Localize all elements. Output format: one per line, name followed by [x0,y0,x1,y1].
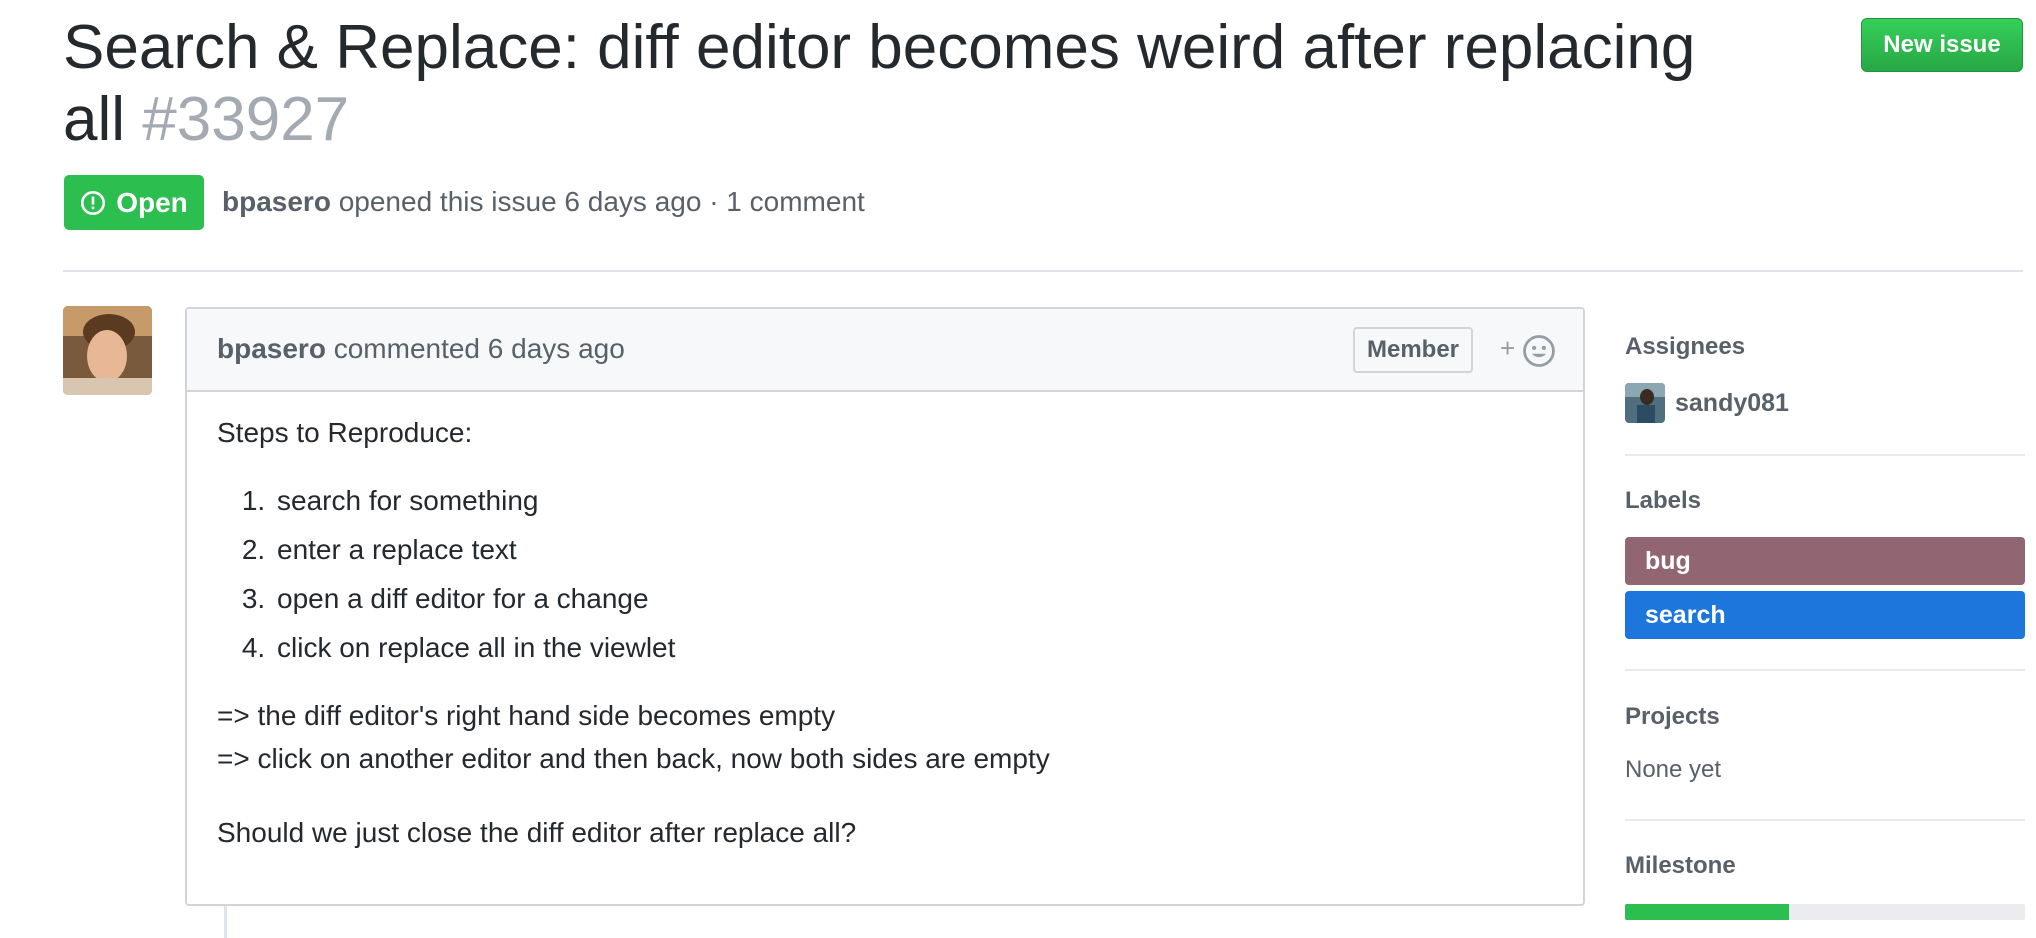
sidebar-divider [1625,819,2025,821]
projects-value: None yet [1625,756,1722,783]
comment-author-line: bpasero commented 6 days ago [217,333,625,365]
sidebar-divider [1625,454,2025,456]
list-item: open a diff editor for a change [273,574,1553,623]
comment-box: bpasero commented 6 days ago Member + St… [185,307,1585,906]
plus-glyph: + [1500,333,1516,363]
assignee-item[interactable]: sandy081 [1625,383,1789,423]
list-item: click on replace all in the viewlet [273,623,1553,672]
issue-author-link[interactable]: bpasero [222,186,331,217]
issue-opened-text: opened this issue 6 days ago · 1 comment [338,186,865,217]
header-divider [63,270,2023,272]
label-bug[interactable]: bug [1625,537,2025,585]
steps-list: search for something enter a replace tex… [217,476,1553,672]
status-label: Open [116,186,188,218]
comment-question: Should we just close the diff editor aft… [217,817,857,848]
issue-number: #33927 [142,85,350,154]
status-badge: Open [64,175,204,230]
result-line: => the diff editor's right hand side bec… [217,700,836,731]
labels-heading[interactable]: Labels [1625,487,1701,515]
add-reaction-button[interactable]: + [1500,331,1560,371]
timeline-line [224,906,227,938]
assignee-avatar [1625,383,1665,423]
label-search[interactable]: search [1625,591,2025,639]
projects-heading[interactable]: Projects [1625,703,1720,731]
result-line: => click on another editor and then back… [217,743,1050,774]
comment-author-link[interactable]: bpasero [217,333,326,364]
assignees-heading[interactable]: Assignees [1625,333,1745,361]
milestone-progress-fill [1625,904,1789,920]
avatar[interactable] [63,306,152,395]
smiley-icon [1523,335,1555,367]
sidebar-divider [1625,669,2025,671]
list-item: search for something [273,476,1553,525]
comment-action[interactable]: commented 6 days ago [334,333,625,364]
comment-header: bpasero commented 6 days ago Member + [187,309,1583,392]
issue-meta: bpasero opened this issue 6 days ago · 1… [222,186,865,218]
new-issue-button[interactable]: New issue [1861,18,2023,72]
assignee-name: sandy081 [1675,388,1789,417]
issue-title: Search & Replace: diff editor becomes we… [63,12,1723,156]
issue-opened-icon [81,190,106,215]
author-avatar-image [63,306,152,395]
member-badge: Member [1353,327,1473,373]
comment-body: Steps to Reproduce: search for something… [217,411,1553,854]
milestone-heading[interactable]: Milestone [1625,852,1736,880]
list-item: enter a replace text [273,525,1553,574]
milestone-progress-bar [1625,904,2025,920]
comment-intro: Steps to Reproduce: [217,417,473,448]
